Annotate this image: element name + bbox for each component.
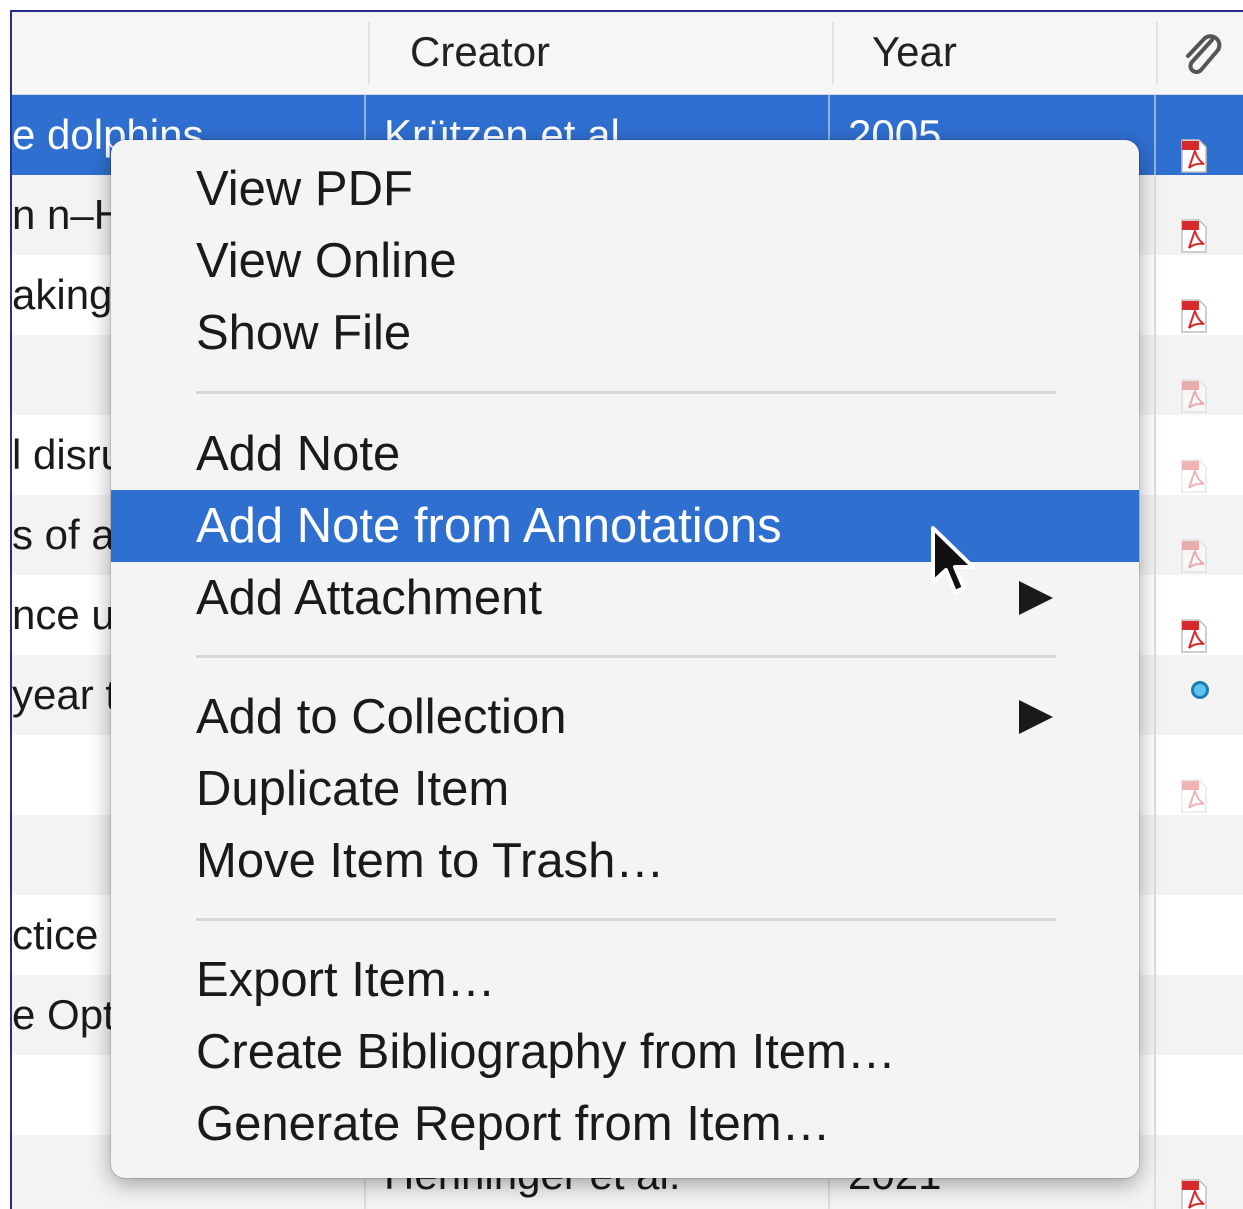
creator-column-header[interactable]: Creator [410,12,550,94]
year-column-header[interactable]: Year [872,12,957,94]
attachment-cell[interactable] [1158,255,1243,335]
menu-separator [196,391,1056,394]
cell-divider [1154,175,1156,255]
menu-item-generate-report[interactable]: Generate Report from Item… [111,1088,1139,1160]
cell-divider [1154,95,1156,175]
cell-divider [1154,575,1156,655]
context-menu: View PDF View Online Show File Add Note … [111,140,1139,1178]
attachment-cell[interactable] [1158,1135,1243,1209]
menu-separator [196,918,1056,921]
attachment-cell[interactable] [1158,415,1243,495]
menu-item-view-pdf[interactable]: View PDF [111,153,1139,225]
menu-item-add-note-from-annotations[interactable]: Add Note from Annotations [111,490,1139,562]
link-dot-icon[interactable] [1191,681,1209,699]
mouse-pointer-icon [931,526,975,594]
menu-item-show-file[interactable]: Show File [111,297,1139,369]
attachment-cell[interactable] [1158,1055,1243,1135]
pdf-icon[interactable] [1180,359,1208,413]
cell-divider [1154,495,1156,575]
pdf-icon[interactable] [1180,279,1208,333]
submenu-arrow-icon [1019,700,1053,734]
attachment-cell[interactable] [1158,95,1243,175]
menu-item-add-to-collection[interactable]: Add to Collection [111,681,1139,753]
column-header: Creator Year [12,12,1243,95]
attachment-cell[interactable] [1158,575,1243,655]
pdf-icon[interactable] [1180,439,1208,493]
menu-item-move-to-trash[interactable]: Move Item to Trash… [111,825,1139,897]
cell-divider [1154,735,1156,815]
menu-item-view-online[interactable]: View Online [111,225,1139,297]
cell-divider [1154,975,1156,1055]
pdf-icon[interactable] [1180,759,1208,813]
attachment-cell[interactable] [1158,815,1243,895]
column-divider[interactable] [368,22,370,84]
submenu-arrow-icon [1019,581,1053,615]
menu-item-add-attachment[interactable]: Add Attachment [111,562,1139,634]
attachment-cell[interactable] [1158,175,1243,255]
pdf-icon[interactable] [1180,119,1208,173]
pdf-icon[interactable] [1180,519,1208,573]
pdf-icon[interactable] [1180,599,1208,653]
attachment-cell[interactable] [1158,335,1243,415]
pdf-icon[interactable] [1180,1159,1208,1209]
attachment-cell[interactable] [1158,975,1243,1055]
attachment-cell[interactable] [1158,735,1243,815]
attachment-cell[interactable] [1158,655,1243,735]
cell-divider [1154,895,1156,975]
menu-item-add-note[interactable]: Add Note [111,418,1139,490]
column-divider[interactable] [832,22,834,84]
cell-divider [1154,335,1156,415]
menu-item-export-item[interactable]: Export Item… [111,944,1139,1016]
paperclip-icon[interactable] [1178,30,1226,83]
cell-divider [1154,1135,1156,1209]
column-divider[interactable] [1156,22,1158,84]
pdf-icon[interactable] [1180,199,1208,253]
cell-divider [1154,1055,1156,1135]
attachment-cell[interactable] [1158,895,1243,975]
cell-divider [1154,655,1156,735]
cell-divider [1154,815,1156,895]
menu-separator [196,655,1056,658]
menu-item-create-bibliography[interactable]: Create Bibliography from Item… [111,1016,1139,1088]
menu-item-duplicate-item[interactable]: Duplicate Item [111,753,1139,825]
cell-divider [1154,255,1156,335]
attachment-cell[interactable] [1158,495,1243,575]
cell-divider [1154,415,1156,495]
